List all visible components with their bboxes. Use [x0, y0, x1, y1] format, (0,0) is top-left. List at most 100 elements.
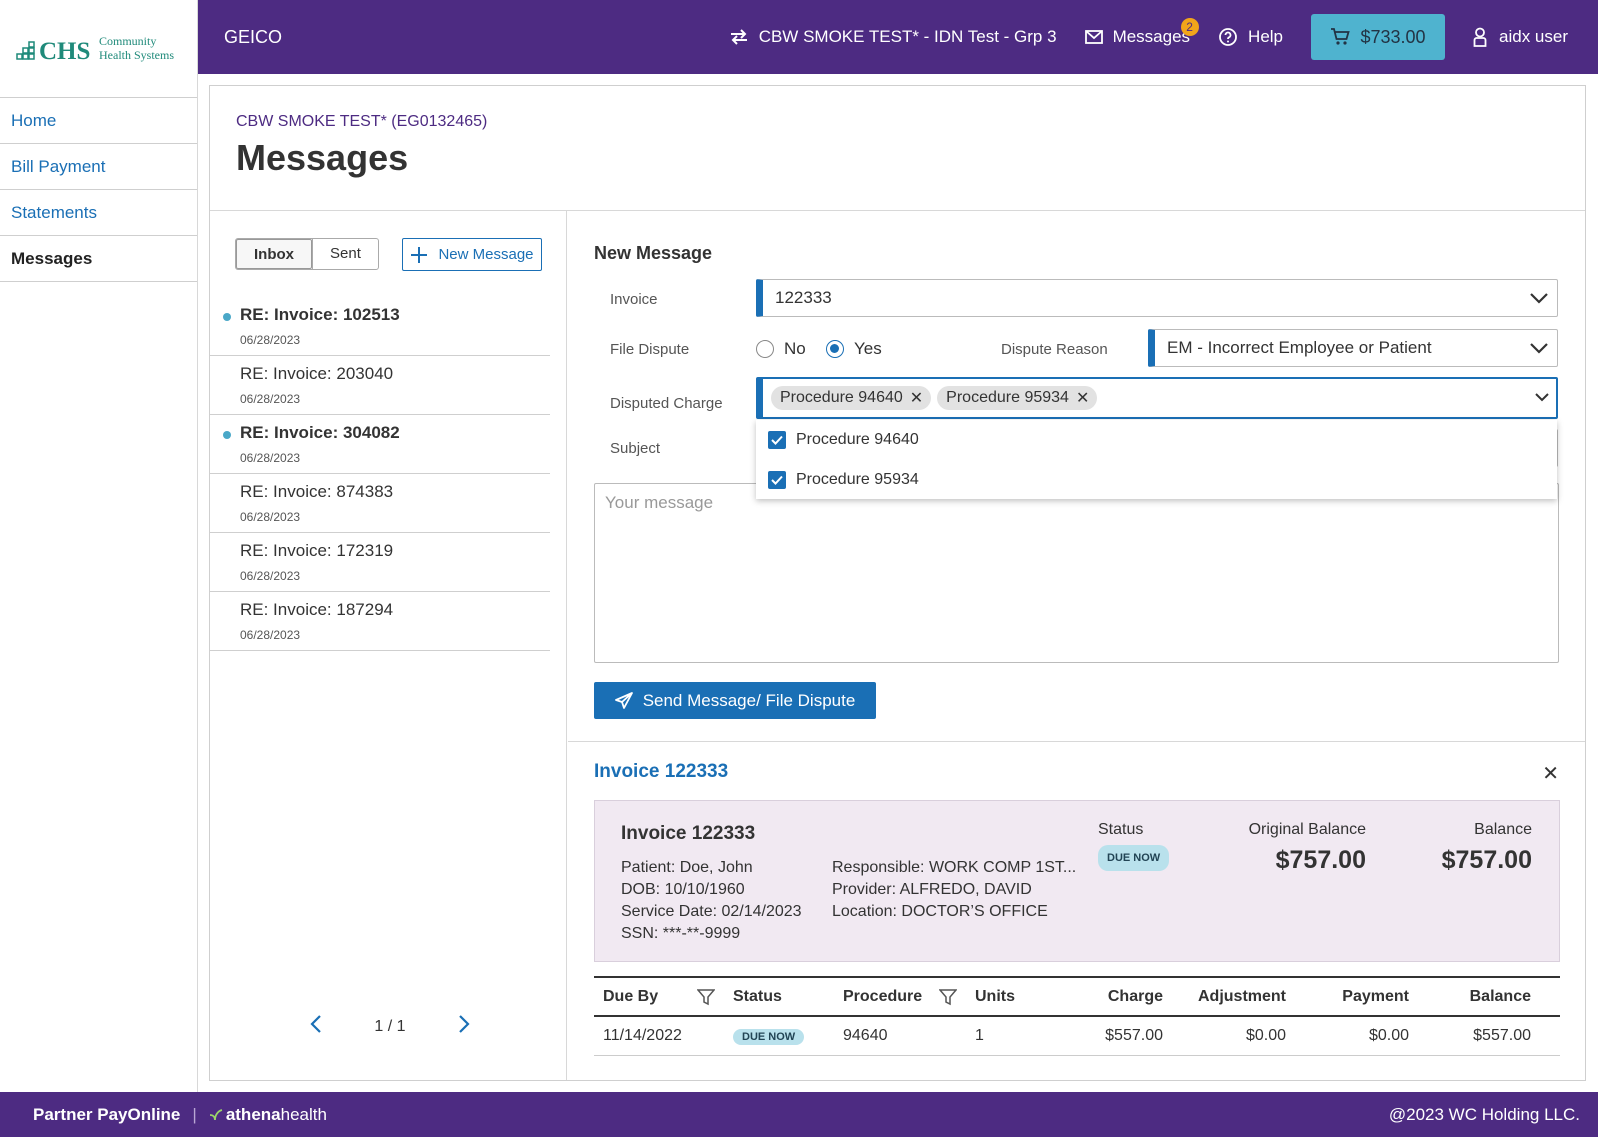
invoice-panel-title: Invoice 122333: [594, 761, 729, 782]
tab-sent[interactable]: Sent: [312, 239, 378, 269]
help-icon: [1219, 28, 1237, 46]
col-status: Status: [733, 987, 782, 1005]
new-message-label: New Message: [438, 246, 534, 263]
message-date: 06/28/2023: [240, 569, 301, 583]
sidebar-item-home[interactable]: Home: [0, 98, 197, 144]
logo-text: CHS: [39, 38, 90, 65]
message-date: 06/28/2023: [240, 628, 301, 642]
row-status-badge: DUE NOW: [733, 1029, 805, 1045]
close-icon[interactable]: ✕: [1542, 761, 1559, 786]
footer-brand: Partner PayOnline | athena health: [33, 1105, 327, 1125]
col-payment: Payment: [1342, 987, 1409, 1005]
message-item[interactable]: RE: Invoice: 304082 06/28/2023: [210, 415, 550, 474]
col-due-by-label: Due By: [603, 987, 659, 1005]
envelope-icon: [1084, 30, 1103, 44]
message-list-panel: Inbox Sent New Message RE: Invoice: 1025…: [210, 211, 567, 1080]
invoice-summary-card: Invoice 122333 Patient: Doe, John DOB: 1…: [594, 800, 1560, 962]
health-text: health: [280, 1104, 327, 1124]
remove-chip-icon[interactable]: ✕: [1076, 388, 1089, 408]
product-name: Partner PayOnline: [33, 1104, 181, 1124]
message-item[interactable]: RE: Invoice: 203040 06/28/2023: [210, 356, 550, 415]
charge-option[interactable]: Procedure 95934: [756, 460, 1557, 500]
logo-sub2: Health Systems: [99, 48, 174, 62]
radio-circle: [756, 340, 774, 358]
cart-button[interactable]: $733.00: [1311, 14, 1446, 60]
message-item[interactable]: RE: Invoice: 102513 06/28/2023: [210, 297, 550, 356]
filter-icon[interactable]: [939, 988, 957, 1006]
dispute-no-radio[interactable]: No: [756, 339, 806, 359]
message-title: RE: Invoice: 102513: [240, 305, 400, 324]
dispute-reason-select[interactable]: EM - Incorrect Employee or Patient: [1148, 329, 1558, 367]
prev-page-button[interactable]: [310, 1014, 322, 1039]
plus-icon: [411, 246, 428, 263]
pagination: 1 / 1: [310, 1014, 470, 1039]
checkbox-checked: [768, 471, 786, 489]
message-title: RE: Invoice: 203040: [240, 364, 394, 383]
message-date: 06/28/2023: [240, 451, 301, 465]
message-item[interactable]: RE: Invoice: 187294 06/28/2023: [210, 592, 550, 651]
account-switcher[interactable]: CBW SMOKE TEST* - IDN Test - Grp 3: [729, 27, 1057, 47]
status-block: Status DUE NOW: [1098, 819, 1170, 871]
footer: Partner PayOnline | athena health @2023 W…: [0, 1092, 1598, 1137]
help-link-label: Help: [1248, 27, 1284, 46]
message-textarea[interactable]: Your message: [594, 483, 1559, 663]
sidebar: CHS Community Health Systems Home Bill P…: [0, 0, 198, 1092]
brand-name: GEICO: [224, 26, 283, 47]
location: Location: DOCTOR’S OFFICE: [832, 903, 1048, 920]
chip-label: Procedure 95934: [946, 389, 1069, 406]
checkbox-checked: [768, 431, 786, 449]
disputed-charge-multiselect[interactable]: Procedure 94640 ✕ Procedure 95934 ✕: [756, 377, 1558, 419]
filter-icon[interactable]: [697, 988, 715, 1006]
responsible-party: Responsible: WORK COMP 1ST...: [832, 859, 1077, 876]
page-title: Messages: [236, 137, 409, 178]
account-label: CBW SMOKE TEST* (EG0132465): [236, 113, 488, 130]
user-icon: [1473, 27, 1487, 47]
radio-circle-selected: [826, 340, 844, 358]
dispute-yes-radio[interactable]: Yes: [826, 339, 882, 359]
dispute-reason-label: Dispute Reason: [1001, 341, 1108, 358]
page-header: CBW SMOKE TEST* (EG0132465) Messages: [210, 86, 1585, 211]
message-item[interactable]: RE: Invoice: 172319 06/28/2023: [210, 533, 550, 592]
patient-dob: DOB: 10/10/1960: [621, 881, 745, 898]
messages-link[interactable]: Messages 2: [1084, 18, 1199, 47]
messages-link-label: Messages: [1112, 27, 1191, 46]
invoice-card-title: Invoice 122333: [621, 823, 756, 844]
copyright: @2023 WC Holding LLC.: [1388, 1104, 1580, 1124]
patient-name: Patient: Doe, John: [621, 859, 753, 876]
help-link[interactable]: Help: [1218, 27, 1283, 47]
cell-balance: $557.00: [1473, 1027, 1531, 1044]
sidebar-item-statements[interactable]: Statements: [0, 190, 197, 236]
swap-arrows-icon: [730, 29, 747, 45]
new-message-form: New Message Invoice 122333 File Dispute …: [568, 211, 1585, 742]
tab-inbox[interactable]: Inbox: [236, 239, 312, 269]
next-page-button[interactable]: [458, 1014, 470, 1039]
chs-logo[interactable]: CHS Community Health Systems: [0, 0, 197, 98]
sidebar-item-bill-payment[interactable]: Bill Payment: [0, 144, 197, 190]
cell-procedure: 94640: [843, 1027, 888, 1044]
selected-chip: Procedure 94640 ✕: [771, 386, 932, 410]
send-message-button[interactable]: Send Message/ File Dispute: [594, 682, 876, 719]
original-balance-block: Original Balance $757.00: [1248, 819, 1366, 874]
chevron-left-icon: [310, 1015, 321, 1033]
sidebar-item-messages[interactable]: Messages: [0, 236, 197, 282]
message-list: RE: Invoice: 102513 06/28/2023 RE: Invoi…: [210, 297, 550, 651]
dispute-reason-value: EM - Incorrect Employee or Patient: [1167, 338, 1432, 357]
charge-option[interactable]: Procedure 94640: [756, 420, 1557, 460]
new-message-button[interactable]: New Message: [402, 238, 542, 271]
table-row[interactable]: 11/14/2022 DUE NOW 94640 1 $557.00 $0.00…: [594, 1017, 1560, 1056]
message-item[interactable]: RE: Invoice: 874383 06/28/2023: [210, 474, 550, 533]
invoice-select[interactable]: 122333: [756, 279, 1558, 317]
message-date: 06/28/2023: [240, 392, 301, 406]
original-balance-value: $757.00: [1275, 846, 1366, 874]
disputed-charge-dropdown: Procedure 94640 Procedure 95934: [756, 420, 1557, 499]
user-menu[interactable]: aidx user: [1473, 27, 1568, 47]
remove-chip-icon[interactable]: ✕: [910, 388, 923, 408]
original-balance-label: Original Balance: [1248, 821, 1366, 838]
service-date: Service Date: 02/14/2023: [621, 903, 802, 920]
status-badge: DUE NOW: [1098, 845, 1170, 871]
charge-option-label: Procedure 94640: [796, 431, 919, 448]
cell-payment: $0.00: [1368, 1027, 1409, 1044]
col-procedure: Procedure: [834, 988, 966, 1006]
table-header-row: Due By Status Procedure Units Charge Adj…: [594, 978, 1560, 1017]
messages-count-badge: 2: [1180, 18, 1199, 36]
